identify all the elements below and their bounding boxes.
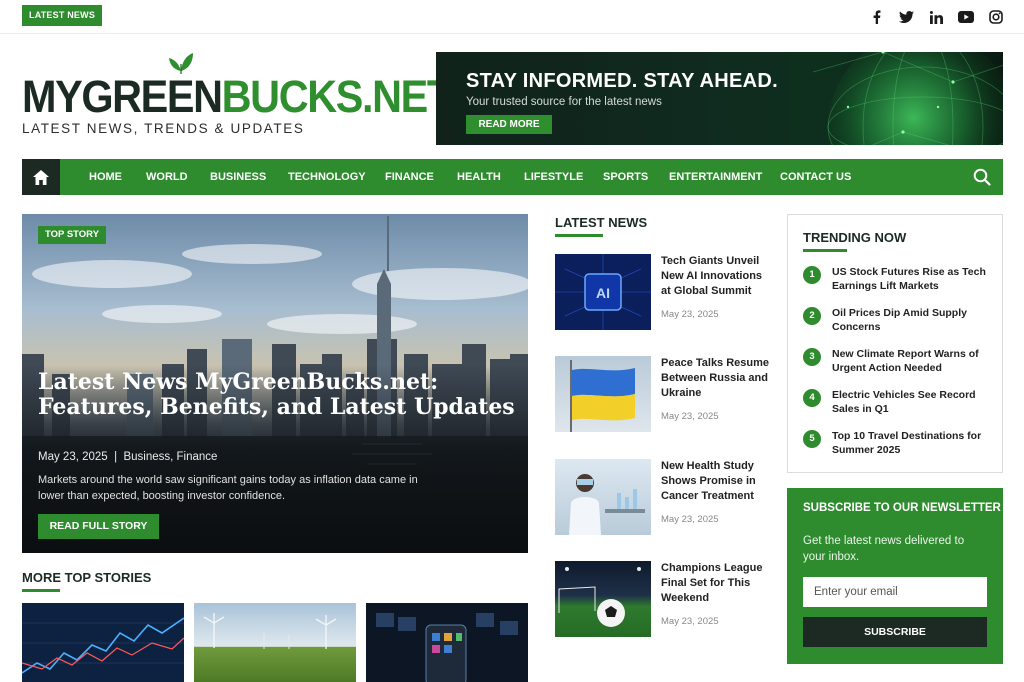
latest-news-item-1[interactable]: AI Tech Giants Unveil New AI Innovations… bbox=[555, 254, 770, 334]
top-story-hero[interactable]: TOP STORY Latest News MyGreenBucks.net: … bbox=[22, 214, 528, 553]
banner-title: STAY INFORMED. STAY AHEAD. bbox=[466, 70, 778, 92]
more-top-stories-heading: MORE TOP STORIES bbox=[22, 570, 152, 585]
wind-turbines-image bbox=[203, 613, 337, 649]
linkedin-icon[interactable] bbox=[928, 9, 944, 25]
social-links bbox=[868, 9, 1004, 25]
instagram-icon[interactable] bbox=[988, 9, 1004, 25]
news-thumb-football bbox=[555, 561, 651, 637]
news-date: May 23, 2025 bbox=[661, 514, 719, 525]
smartphone-apps-image bbox=[376, 613, 518, 682]
trending-rank: 5 bbox=[803, 430, 821, 448]
hero-date: May 23, 2025 bbox=[38, 451, 108, 463]
nav-item-finance[interactable]: FINANCE bbox=[385, 159, 434, 195]
youtube-icon[interactable] bbox=[958, 9, 974, 25]
hero-meta: May 23, 2025 | Business, Finance bbox=[38, 451, 217, 463]
stock-chart-image bbox=[22, 617, 184, 674]
home-icon bbox=[33, 169, 49, 185]
news-date: May 23, 2025 bbox=[661, 411, 719, 422]
read-more-button[interactable]: READ MORE bbox=[466, 115, 552, 134]
trending-rank: 1 bbox=[803, 266, 821, 284]
newsletter-description: Get the latest news delivered to your in… bbox=[803, 535, 965, 563]
news-date: May 23, 2025 bbox=[661, 616, 719, 627]
trending-rank: 3 bbox=[803, 348, 821, 366]
home-icon-button[interactable] bbox=[22, 159, 60, 195]
newsletter-title: SUBSCRIBE TO OUR NEWSLETTER bbox=[803, 502, 1001, 514]
section-underline bbox=[555, 234, 603, 237]
logo-part-my-green: MYGREEN bbox=[22, 71, 223, 122]
section-underline bbox=[803, 249, 847, 252]
news-title[interactable]: Champions League Final Set for This Week… bbox=[661, 561, 773, 606]
meta-separator: | bbox=[114, 451, 118, 463]
latest-news-item-3[interactable]: New Health Study Shows Promise in Cancer… bbox=[555, 459, 770, 539]
globe-graphic bbox=[812, 52, 1003, 145]
trending-item-1[interactable]: 1 US Stock Futures Rise as Tech Earnings… bbox=[803, 265, 993, 297]
nav-item-health[interactable]: HEALTH bbox=[457, 159, 501, 195]
facebook-icon[interactable] bbox=[868, 9, 884, 25]
logo-tagline: LATEST NEWS, TRENDS & UPDATES bbox=[22, 121, 305, 136]
trending-item-4[interactable]: 4 Electric Vehicles See Record Sales in … bbox=[803, 388, 993, 420]
search-icon[interactable] bbox=[973, 168, 991, 186]
nav-item-home[interactable]: HOME bbox=[89, 159, 122, 195]
trending-title[interactable]: Oil Prices Dip Amid Supply Concerns bbox=[832, 306, 992, 334]
latest-news-heading: LATEST NEWS bbox=[555, 215, 648, 230]
trending-rank: 2 bbox=[803, 307, 821, 325]
newsletter-panel: SUBSCRIBE TO OUR NEWSLETTER Get the late… bbox=[787, 488, 1003, 664]
nav-item-sports[interactable]: SPORTS bbox=[603, 159, 648, 195]
nav-item-lifestyle[interactable]: LIFESTYLE bbox=[524, 159, 583, 195]
subscribe-button[interactable]: SUBSCRIBE bbox=[803, 617, 987, 647]
trending-title[interactable]: Electric Vehicles See Record Sales in Q1 bbox=[832, 388, 992, 416]
news-title[interactable]: Peace Talks Resume Between Russia and Uk… bbox=[661, 356, 773, 401]
nav-item-business[interactable]: BUSINESS bbox=[210, 159, 266, 195]
story-thumb-wind-farm[interactable] bbox=[194, 603, 356, 682]
news-thumb-health-lab bbox=[555, 459, 651, 535]
latest-news-item-4[interactable]: Champions League Final Set for This Week… bbox=[555, 561, 770, 641]
hero-headline[interactable]: Latest News MyGreenBucks.net: Features, … bbox=[38, 370, 518, 420]
nav-item-world[interactable]: WORLD bbox=[146, 159, 188, 195]
email-input[interactable] bbox=[803, 577, 987, 607]
trending-title[interactable]: Top 10 Travel Destinations for Summer 20… bbox=[832, 429, 992, 457]
hero-categories[interactable]: Business, Finance bbox=[123, 451, 217, 463]
news-title[interactable]: New Health Study Shows Promise in Cancer… bbox=[661, 459, 773, 504]
ai-chip-label: AI bbox=[596, 285, 610, 301]
section-underline bbox=[22, 589, 60, 592]
trending-heading: TRENDING NOW bbox=[803, 230, 907, 245]
main-nav: HOME WORLD BUSINESS TECHNOLOGY FINANCE H… bbox=[22, 159, 1003, 195]
nav-item-technology[interactable]: TECHNOLOGY bbox=[288, 159, 366, 195]
trending-item-2[interactable]: 2 Oil Prices Dip Amid Supply Concerns bbox=[803, 306, 993, 338]
trending-title[interactable]: New Climate Report Warns of Urgent Actio… bbox=[832, 347, 992, 375]
read-full-story-button[interactable]: READ FULL STORY bbox=[38, 514, 159, 539]
trending-rank: 4 bbox=[803, 389, 821, 407]
logo-part-bucks: BUCKS.NET bbox=[221, 71, 452, 122]
nav-item-entertainment[interactable]: ENTERTAINMENT bbox=[669, 159, 762, 195]
latest-news-tag[interactable]: LATEST NEWS bbox=[22, 5, 103, 26]
twitter-icon[interactable] bbox=[898, 9, 914, 25]
site-logo[interactable]: MYGREENBUCKS.NET LATEST NEWS, TRENDS & U… bbox=[22, 52, 452, 142]
hero-description: Markets around the world saw significant… bbox=[38, 474, 418, 502]
news-date: May 23, 2025 bbox=[661, 309, 719, 320]
news-thumb-ai: AI bbox=[555, 254, 651, 330]
header-banner: STAY INFORMED. STAY AHEAD. Your trusted … bbox=[436, 52, 1003, 145]
trending-item-3[interactable]: 3 New Climate Report Warns of Urgent Act… bbox=[803, 347, 993, 379]
story-thumb-smartphone[interactable] bbox=[366, 603, 528, 682]
logo-wordmark: MYGREENBUCKS.NET bbox=[22, 71, 452, 122]
top-bar: LATEST NEWS bbox=[0, 0, 1024, 34]
trending-title[interactable]: US Stock Futures Rise as Tech Earnings L… bbox=[832, 265, 992, 293]
story-thumb-markets[interactable] bbox=[22, 603, 184, 682]
nav-item-contact-us[interactable]: CONTACT US bbox=[780, 159, 851, 195]
trending-item-5[interactable]: 5 Top 10 Travel Destinations for Summer … bbox=[803, 429, 993, 461]
top-story-tag: TOP STORY bbox=[38, 226, 107, 244]
news-title[interactable]: Tech Giants Unveil New AI Innovations at… bbox=[661, 254, 773, 299]
latest-news-item-2[interactable]: Peace Talks Resume Between Russia and Uk… bbox=[555, 356, 770, 436]
trending-now-panel: TRENDING NOW 1 US Stock Futures Rise as … bbox=[787, 214, 1003, 473]
news-thumb-ukraine-flag bbox=[555, 356, 651, 432]
banner-subtitle: Your trusted source for the latest news bbox=[466, 96, 662, 108]
